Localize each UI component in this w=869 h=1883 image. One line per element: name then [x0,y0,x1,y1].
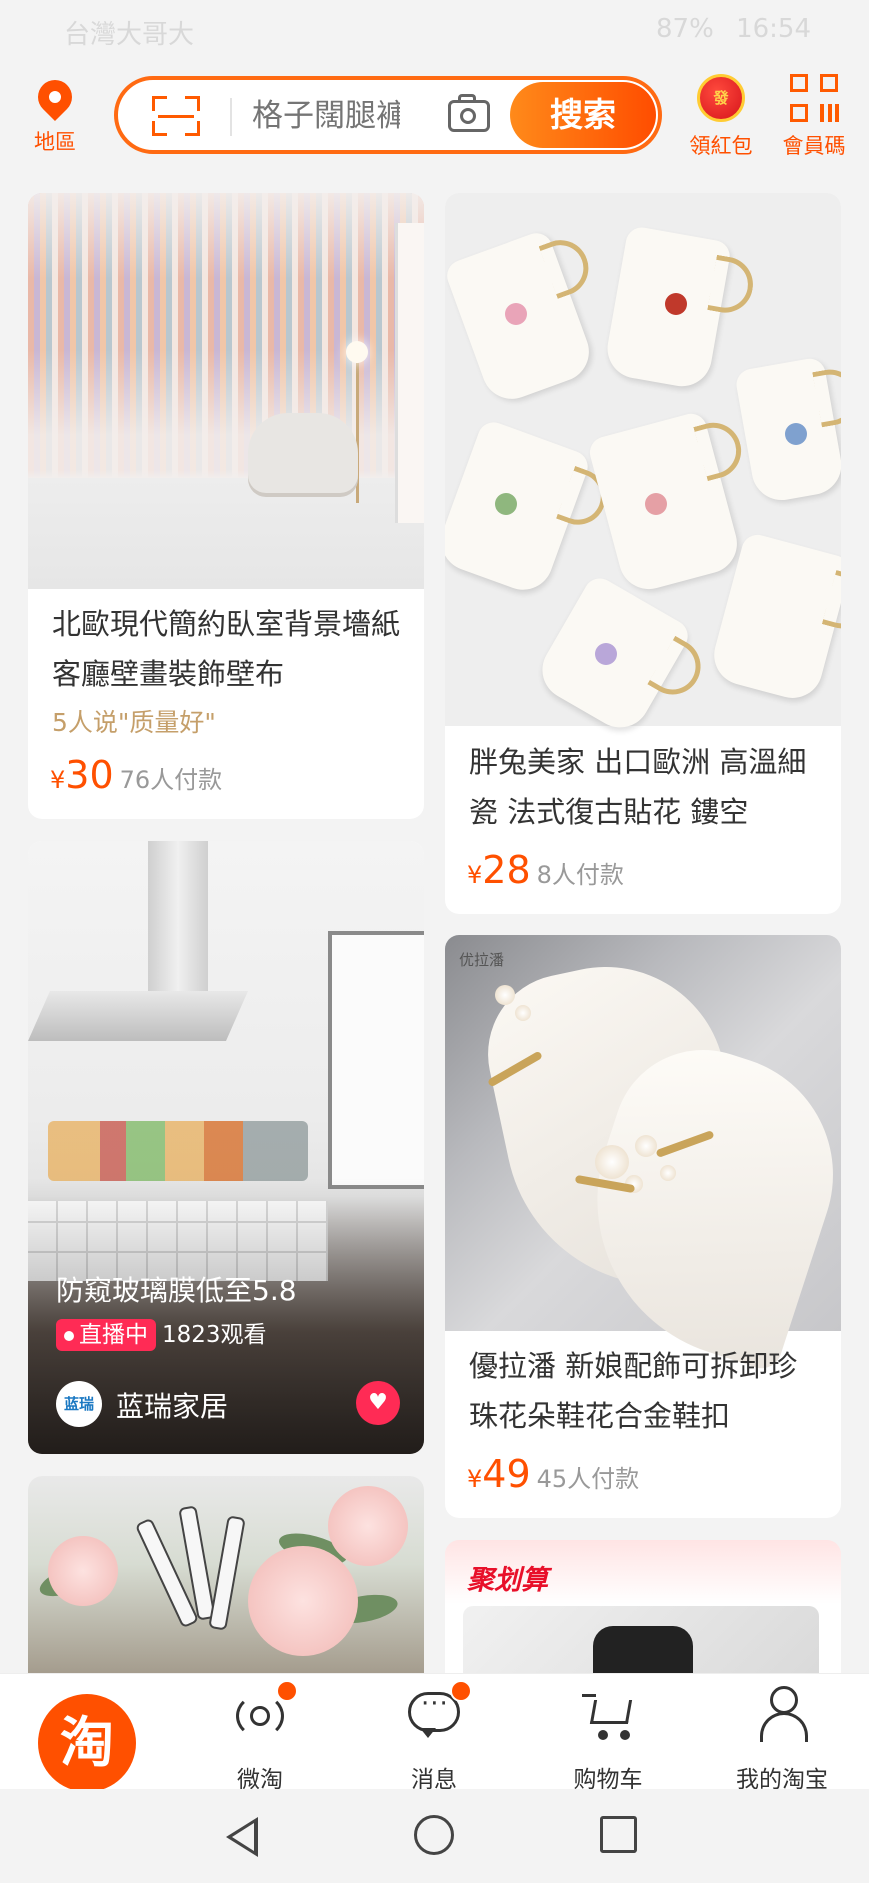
product-image [445,193,841,739]
camera-icon[interactable] [448,92,494,138]
battery-level: 87% [656,14,714,44]
product-card-wallpaper[interactable]: 北歐現代簡約臥室背景墻紙客廳壁畫裝飾壁布 5人说"质量好" ¥30 76人付款 [28,193,424,819]
product-image [28,193,424,589]
currency-symbol: ¥ [50,766,66,794]
qr-code-icon [790,74,838,122]
red-packet-icon: 發 [697,74,745,122]
product-image [28,1476,424,1696]
shop-name[interactable]: 蓝瑞家居 [116,1385,228,1425]
product-title: 北歐現代簡約臥室背景墻紙客廳壁畫裝飾壁布 [52,607,401,691]
product-title: 胖兔美家 出口歐洲 高溫細瓷 法式復古貼花 鏤空 [469,745,807,829]
system-nav-bar [0,1789,869,1883]
recent-apps-icon[interactable] [600,1816,637,1853]
live-title: 防窥玻璃膜低至5.8 [56,1274,297,1307]
price-value: 30 [65,753,114,797]
currency-symbol: ¥ [467,1465,483,1493]
product-card-partial[interactable] [28,1476,424,1696]
product-card-shoe-clip[interactable]: 优拉潘 優拉潘 新娘配飾可拆卸珍珠花朵鞋花合金鞋扣 ¥49 45人付款 [445,935,841,1518]
live-badge-row: 直播中 1823观看 [56,1315,267,1351]
status-bar: 台灣大哥大 87% 16:54 [0,0,869,60]
paid-count: 76人付款 [119,766,223,794]
product-title: 優拉潘 新娘配飾可拆卸珍珠花朵鞋花合金鞋扣 [469,1349,798,1433]
paid-count: 45人付款 [536,1465,640,1493]
like-heart-icon[interactable]: ♥ [356,1381,400,1425]
clock: 16:54 [736,14,811,44]
taobao-home-icon: 淘 [38,1694,136,1792]
search-bar: 搜索 [114,76,662,154]
search-input[interactable] [252,96,400,136]
scan-icon[interactable] [152,96,200,136]
juhuasuan-title: 聚划算 [467,1565,548,1596]
red-packet-label: 領紅包 [689,134,753,158]
live-status-badge: 直播中 [56,1319,156,1351]
carrier-name: 台灣大哥大 [64,20,195,50]
price-row: ¥30 76人付款 [50,753,222,797]
live-stream-card[interactable]: 防窥玻璃膜低至5.8 直播中 1823观看 蓝瑞 蓝瑞家居 ♥ [28,841,424,1454]
review-highlight: 5人说"质量好" [52,708,216,737]
price-row: ¥49 45人付款 [467,1452,639,1496]
shop-avatar[interactable]: 蓝瑞 [56,1381,102,1427]
location-pin-icon [30,72,80,122]
red-packet-button[interactable]: 發 領紅包 [686,74,756,160]
paid-count: 8人付款 [536,861,624,889]
user-profile-icon [760,1686,808,1742]
bottom-tab-bar: 淘 微淘 消息 购物车 我的淘宝 [0,1673,869,1793]
product-image: 优拉潘 [445,935,841,1374]
home-circle-icon[interactable] [414,1815,454,1855]
notification-dot [276,1680,298,1702]
price-value: 49 [482,1452,531,1496]
viewer-count: 1823观看 [162,1322,267,1348]
member-code-label: 會員碼 [782,134,846,158]
currency-symbol: ¥ [467,861,483,889]
notification-dot [450,1680,472,1702]
price-row: ¥28 8人付款 [467,848,624,892]
status-right: 87% 16:54 [656,14,811,44]
live-stream-image [28,841,424,1454]
product-card-porcelain[interactable]: 胖兔美家 出口歐洲 高溫細瓷 法式復古貼花 鏤空 ¥28 8人付款 [445,193,841,914]
price-value: 28 [482,848,531,892]
location-button[interactable]: 地區 [30,72,80,156]
back-icon[interactable] [226,1817,258,1857]
member-code-button[interactable]: 會員碼 [774,74,854,160]
search-button[interactable]: 搜索 [510,82,656,148]
search-divider [230,98,232,136]
shopping-cart-icon [582,1688,636,1742]
location-label: 地區 [34,130,76,154]
top-header: 地區 搜索 發 領紅包 會員碼 [0,60,869,178]
